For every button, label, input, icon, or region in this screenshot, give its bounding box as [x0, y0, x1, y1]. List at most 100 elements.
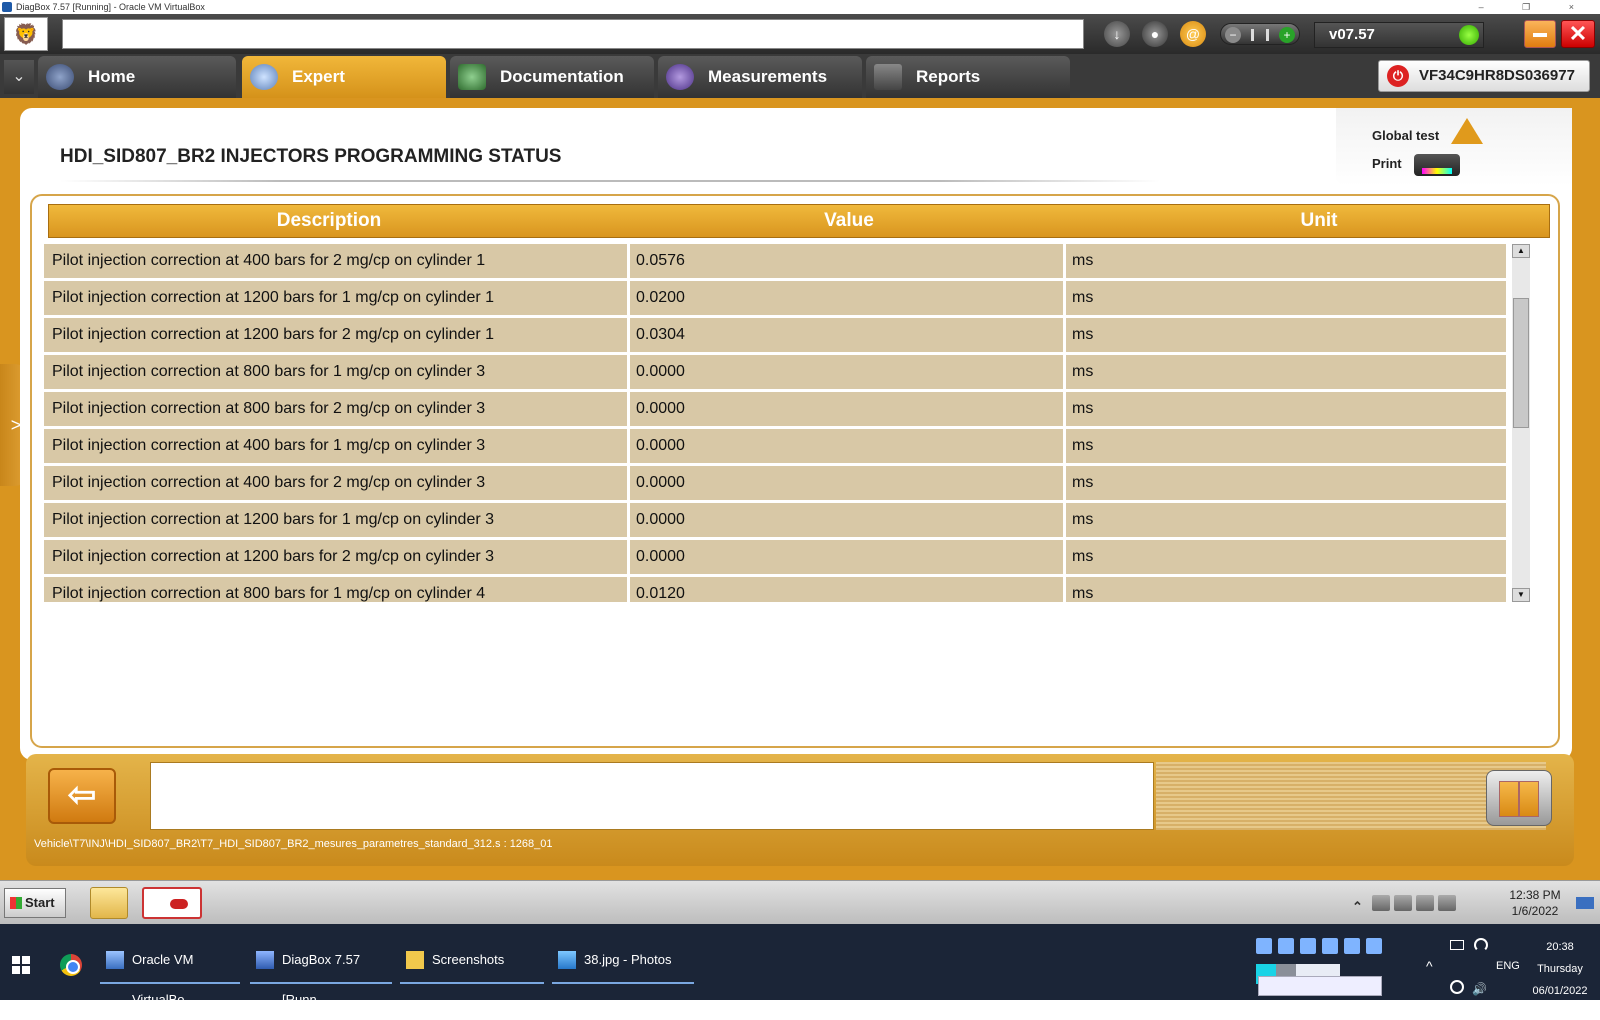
user-icon[interactable]: ● [1142, 21, 1168, 47]
vbox-window-controls[interactable]: – ❐ × [1479, 0, 1592, 14]
command-field[interactable] [62, 19, 1084, 49]
table-row[interactable]: Pilot injection correction at 1200 bars … [44, 318, 1506, 352]
task-diagbox[interactable]: DiagBox 7.57 [Runn... [250, 940, 392, 1007]
wifi-icon[interactable] [1474, 938, 1488, 952]
version-indicator: v07.57 [1314, 22, 1484, 48]
tab-home-label: Home [88, 67, 136, 86]
global-test-button[interactable]: Global test [1372, 114, 1484, 144]
cell-value: 0.0000 [630, 429, 1066, 463]
drive-icon[interactable] [1300, 938, 1316, 954]
cell-description: Pilot injection correction at 1200 bars … [44, 281, 630, 315]
tray-overflow-icon[interactable]: ^ [1426, 958, 1433, 974]
table-row[interactable]: Pilot injection correction at 1200 bars … [44, 503, 1506, 537]
waveform-icon [666, 64, 694, 90]
volume-level-icon [1251, 29, 1269, 41]
column-header-description[interactable]: Description [49, 205, 609, 237]
globe-icon[interactable] [1450, 980, 1464, 994]
table-body: Pilot injection correction at 400 bars f… [44, 244, 1506, 602]
host-clock[interactable]: 20:38 Thursday 06/01/2022 [1520, 936, 1600, 1002]
cell-unit: ms [1072, 400, 1094, 417]
network-icon[interactable] [1322, 938, 1338, 954]
note-icon[interactable] [1278, 938, 1294, 954]
column-header-unit[interactable]: Unit [1089, 205, 1549, 237]
tab-expert-label: Expert [292, 67, 345, 86]
scroll-up-button[interactable]: ▲ [1512, 244, 1530, 258]
diagbox-app-button[interactable] [142, 887, 202, 919]
table-row[interactable]: Pilot injection correction at 400 bars f… [44, 466, 1506, 500]
task-screenshots[interactable]: Screenshots [400, 940, 544, 984]
volume-down-button[interactable]: − [1225, 27, 1241, 43]
table-scrollbar[interactable]: ▲ ▼ [1512, 244, 1530, 602]
table-row[interactable]: Pilot injection correction at 400 bars f… [44, 429, 1506, 463]
task-label: Oracle VM VirtualBo... [132, 952, 196, 1007]
file-explorer-icon[interactable] [90, 887, 128, 919]
table-row[interactable]: Pilot injection correction at 1200 bars … [44, 540, 1506, 574]
vin-indicator[interactable]: ⏻ VF34C9HR8DS036977 [1378, 60, 1590, 92]
bottom-panel: ⇦ Vehicle\T7\INJ\HDI_SID807_BR2\T7_HDI_S… [26, 754, 1574, 866]
host-tray-field[interactable] [1258, 976, 1382, 996]
peugeot-logo-icon: 🦁 [4, 17, 48, 51]
back-button[interactable]: ⇦ [48, 768, 116, 824]
show-desktop-icon[interactable] [1576, 897, 1594, 909]
volume-icon[interactable]: 🔊 [1472, 982, 1487, 996]
tray-expand-icon[interactable]: ⌃ [1352, 899, 1366, 915]
nav-collapse-button[interactable]: ⌄ [4, 60, 34, 94]
table-header: Description Value Unit [48, 204, 1550, 238]
cell-value: 0.0000 [630, 503, 1066, 537]
cell-unit: ms [1072, 474, 1094, 491]
action-panel: Global test Print [1336, 108, 1572, 186]
download-icon[interactable]: ↓ [1104, 21, 1130, 47]
task-photos[interactable]: 38.jpg - Photos [552, 940, 694, 984]
column-header-value[interactable]: Value [609, 205, 1089, 237]
pause-button[interactable] [1486, 770, 1552, 826]
network-error-icon[interactable] [1394, 895, 1412, 911]
table-row[interactable]: Pilot injection correction at 800 bars f… [44, 392, 1506, 426]
cell-value: 0.0000 [630, 392, 1066, 426]
virtualbox-icon [106, 951, 124, 969]
battery-icon[interactable] [1450, 940, 1464, 950]
clipboard-icon[interactable] [1372, 895, 1390, 911]
display-icon[interactable] [1438, 895, 1456, 911]
tab-documentation[interactable]: Documentation [450, 56, 654, 98]
scroll-down-button[interactable]: ▼ [1512, 588, 1530, 602]
volume-muted-icon[interactable] [1416, 895, 1434, 911]
close-button[interactable]: ✕ [1561, 20, 1595, 48]
tab-expert[interactable]: Expert [242, 56, 446, 98]
chrome-icon[interactable] [60, 954, 82, 976]
print-button[interactable]: Print [1372, 152, 1460, 176]
guest-clock[interactable]: 12:38 PM 1/6/2022 [1500, 887, 1570, 919]
language-indicator[interactable]: ENG [1496, 960, 1520, 972]
table-row[interactable]: Pilot injection correction at 400 bars f… [44, 244, 1506, 278]
table-row[interactable]: Pilot injection correction at 1200 bars … [44, 281, 1506, 315]
home-icon [46, 64, 74, 90]
vm-display-icon[interactable] [1366, 938, 1382, 954]
tab-measurements[interactable]: Measurements [658, 56, 862, 98]
cell-description: Pilot injection correction at 1200 bars … [44, 540, 630, 574]
scroll-thumb[interactable] [1513, 298, 1529, 428]
global-test-label: Global test [1372, 128, 1440, 143]
photos-icon [558, 951, 576, 969]
download-arrow-icon[interactable] [1256, 938, 1272, 954]
volume-up-button[interactable]: + [1279, 27, 1295, 43]
minimize-button[interactable] [1524, 20, 1556, 48]
folder-icon [406, 951, 424, 969]
cell-unit: ms [1072, 511, 1094, 528]
guest-start-button[interactable]: Start [4, 888, 66, 918]
volume-control[interactable]: − + [1220, 23, 1300, 45]
task-virtualbox[interactable]: Oracle VM VirtualBo... [100, 940, 240, 1007]
monitor-icon[interactable] [1344, 938, 1360, 954]
nav-bar: ⌄ Home Expert Documentation Measurements… [0, 54, 1600, 98]
table-row[interactable]: Pilot injection correction at 800 bars f… [44, 355, 1506, 389]
tab-reports[interactable]: Reports [866, 56, 1070, 98]
cell-value: 0.0576 [630, 244, 1066, 278]
table-row[interactable]: Pilot injection correction at 800 bars f… [44, 577, 1506, 602]
tab-home[interactable]: Home [38, 56, 236, 98]
cell-value: 0.0000 [630, 466, 1066, 500]
host-tray-icons [1256, 930, 1416, 960]
vbox-titlebar: DiagBox 7.57 [Running] - Oracle VM Virtu… [0, 0, 1600, 14]
email-icon[interactable]: @ [1180, 21, 1206, 47]
cell-unit: ms [1072, 363, 1094, 380]
windows-start-icon[interactable] [12, 956, 30, 974]
vbox-window-title: DiagBox 7.57 [Running] - Oracle VM Virtu… [16, 2, 205, 12]
cell-unit: ms [1072, 437, 1094, 454]
